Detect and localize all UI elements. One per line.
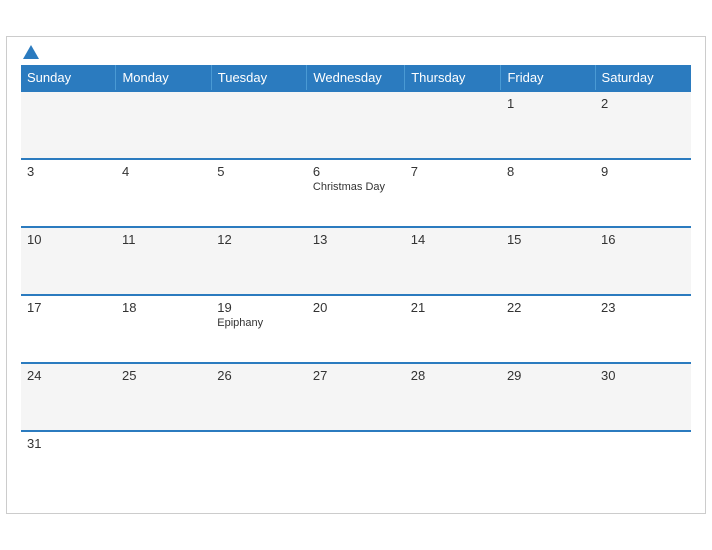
calendar-cell (405, 91, 501, 159)
day-number: 14 (411, 232, 495, 247)
day-number: 2 (601, 96, 685, 111)
day-header-tuesday: Tuesday (211, 65, 307, 91)
calendar-cell: 20 (307, 295, 405, 363)
calendar-cell: 2 (595, 91, 691, 159)
calendar-cell: 9 (595, 159, 691, 227)
calendar-cell (595, 431, 691, 499)
day-header-friday: Friday (501, 65, 595, 91)
calendar-cell: 21 (405, 295, 501, 363)
calendar-cell: 25 (116, 363, 211, 431)
calendar-cell: 14 (405, 227, 501, 295)
day-number: 6 (313, 164, 399, 179)
day-number: 22 (507, 300, 589, 315)
calendar-cell: 11 (116, 227, 211, 295)
day-number: 20 (313, 300, 399, 315)
day-number: 5 (217, 164, 301, 179)
calendar-cell: 7 (405, 159, 501, 227)
calendar-cell: 23 (595, 295, 691, 363)
calendar-cell: 10 (21, 227, 116, 295)
calendar-cell: 18 (116, 295, 211, 363)
day-number: 3 (27, 164, 110, 179)
calendar-cell: 26 (211, 363, 307, 431)
day-number: 12 (217, 232, 301, 247)
calendar-cell (211, 91, 307, 159)
day-header-wednesday: Wednesday (307, 65, 405, 91)
calendar-cell: 28 (405, 363, 501, 431)
holiday-name: Epiphany (217, 317, 301, 329)
day-number: 24 (27, 368, 110, 383)
calendar-cell (21, 91, 116, 159)
day-number: 9 (601, 164, 685, 179)
week-row-3: 10 11 12 13 14 15 16 (21, 227, 691, 295)
calendar-cell: 13 (307, 227, 405, 295)
day-number: 28 (411, 368, 495, 383)
calendar-cell (307, 91, 405, 159)
day-number: 23 (601, 300, 685, 315)
day-number: 11 (122, 232, 205, 247)
week-row-6: 31 (21, 431, 691, 499)
calendar-cell: 30 (595, 363, 691, 431)
holiday-name: Christmas Day (313, 181, 399, 193)
day-header-thursday: Thursday (405, 65, 501, 91)
day-number: 18 (122, 300, 205, 315)
calendar-header (21, 47, 691, 59)
calendar-cell: 29 (501, 363, 595, 431)
logo (21, 47, 39, 59)
day-header-monday: Monday (116, 65, 211, 91)
day-number: 29 (507, 368, 589, 383)
day-number: 17 (27, 300, 110, 315)
calendar-cell: 12 (211, 227, 307, 295)
calendar-cell (405, 431, 501, 499)
calendar-cell: 5 (211, 159, 307, 227)
day-header-saturday: Saturday (595, 65, 691, 91)
day-number: 7 (411, 164, 495, 179)
logo-triangle-icon (23, 45, 39, 59)
week-row-5: 24 25 26 27 28 29 30 (21, 363, 691, 431)
calendar-cell (501, 431, 595, 499)
day-number: 19 (217, 300, 301, 315)
calendar-cell: 24 (21, 363, 116, 431)
calendar-cell: 6 Christmas Day (307, 159, 405, 227)
day-number: 8 (507, 164, 589, 179)
day-number: 13 (313, 232, 399, 247)
calendar-cell: 15 (501, 227, 595, 295)
calendar-table: SundayMondayTuesdayWednesdayThursdayFrid… (21, 65, 691, 499)
day-number: 16 (601, 232, 685, 247)
day-number: 31 (27, 436, 110, 451)
calendar-cell: 22 (501, 295, 595, 363)
day-number: 10 (27, 232, 110, 247)
day-number: 15 (507, 232, 589, 247)
day-number: 27 (313, 368, 399, 383)
calendar-cell: 31 (21, 431, 116, 499)
day-number: 21 (411, 300, 495, 315)
day-number: 26 (217, 368, 301, 383)
day-number: 25 (122, 368, 205, 383)
calendar-cell (307, 431, 405, 499)
calendar-cell (116, 431, 211, 499)
calendar-cell: 8 (501, 159, 595, 227)
day-header-sunday: Sunday (21, 65, 116, 91)
calendar-cell: 1 (501, 91, 595, 159)
week-row-1: 12 (21, 91, 691, 159)
day-number: 4 (122, 164, 205, 179)
calendar-cell: 27 (307, 363, 405, 431)
calendar-cell: 17 (21, 295, 116, 363)
week-row-4: 17 18 19 Epiphany 20 21 22 23 (21, 295, 691, 363)
calendar-cell: 4 (116, 159, 211, 227)
calendar-cell: 16 (595, 227, 691, 295)
week-row-2: 3456 Christmas Day 789 (21, 159, 691, 227)
day-number: 30 (601, 368, 685, 383)
calendar-cell: 19 Epiphany (211, 295, 307, 363)
calendar-cell (116, 91, 211, 159)
calendar-cell (211, 431, 307, 499)
days-header-row: SundayMondayTuesdayWednesdayThursdayFrid… (21, 65, 691, 91)
day-number: 1 (507, 96, 589, 111)
calendar-cell: 3 (21, 159, 116, 227)
calendar-container: SundayMondayTuesdayWednesdayThursdayFrid… (6, 36, 706, 514)
